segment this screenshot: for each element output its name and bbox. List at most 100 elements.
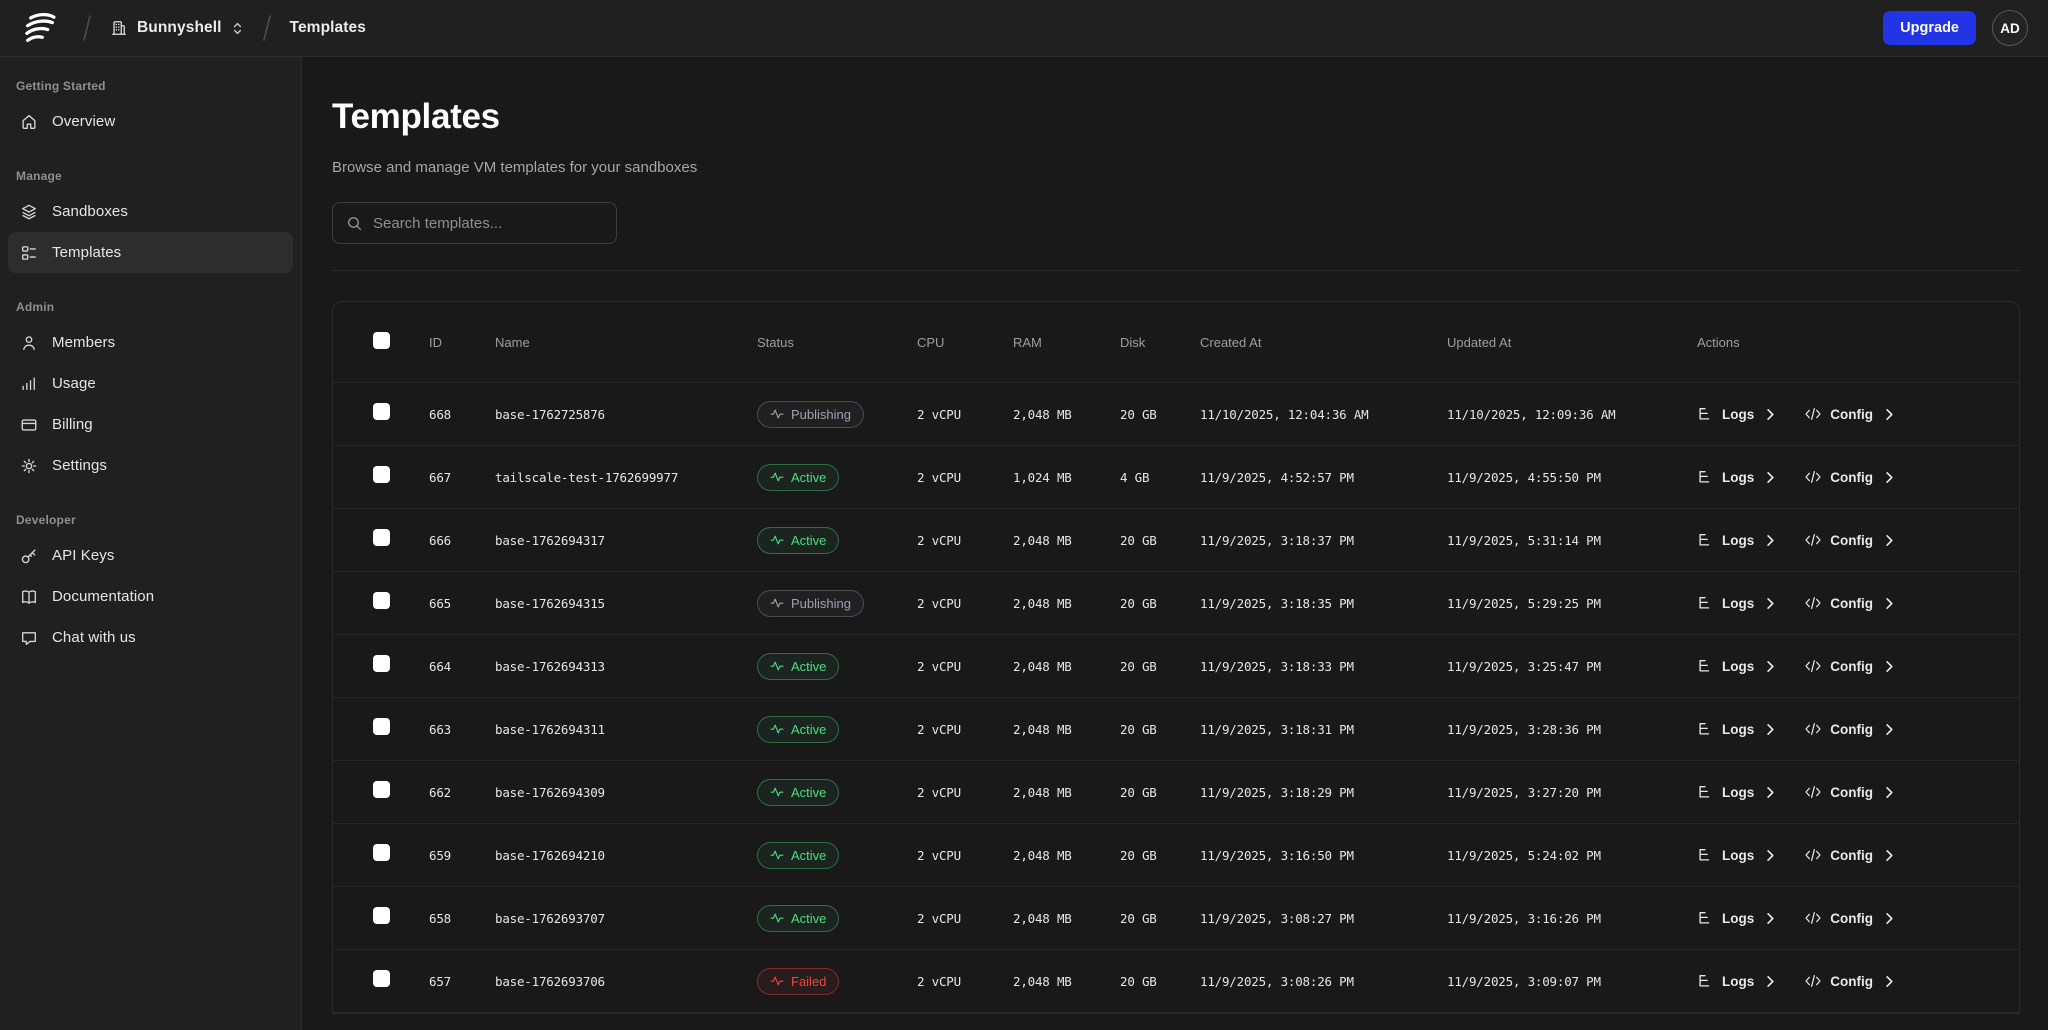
code-icon bbox=[1805, 658, 1821, 674]
config-button[interactable]: Config bbox=[1805, 973, 1894, 989]
config-button[interactable]: Config bbox=[1805, 595, 1894, 611]
avatar[interactable]: AD bbox=[1992, 10, 2028, 46]
sidebar-item-members[interactable]: Members bbox=[8, 322, 293, 363]
sidebar-item-usage[interactable]: Usage bbox=[8, 363, 293, 404]
sidebar-item-documentation[interactable]: Documentation bbox=[8, 576, 293, 617]
config-button[interactable]: Config bbox=[1805, 406, 1894, 422]
cell-name: tailscale-test-1762699977 bbox=[495, 470, 757, 485]
column-header-created-at: Created At bbox=[1200, 335, 1447, 350]
cell-created-at: 11/9/2025, 3:18:29 PM bbox=[1200, 785, 1447, 800]
chevron-right-icon bbox=[1882, 408, 1894, 421]
templates-icon bbox=[20, 244, 38, 262]
sidebar-item-api-keys[interactable]: API Keys bbox=[8, 535, 293, 576]
pulse-icon bbox=[770, 849, 784, 861]
pulse-icon bbox=[770, 786, 784, 798]
sidebar-item-chat-with-us[interactable]: Chat with us bbox=[8, 617, 293, 658]
row-checkbox[interactable] bbox=[373, 907, 390, 924]
logs-button[interactable]: Logs bbox=[1697, 658, 1775, 674]
config-button[interactable]: Config bbox=[1805, 847, 1894, 863]
logs-button[interactable]: Logs bbox=[1697, 784, 1775, 800]
config-button[interactable]: Config bbox=[1805, 784, 1894, 800]
config-label: Config bbox=[1830, 407, 1873, 422]
status-badge: Active bbox=[757, 464, 839, 491]
row-checkbox[interactable] bbox=[373, 718, 390, 735]
cell-updated-at: 11/10/2025, 12:09:36 AM bbox=[1447, 407, 1697, 422]
chevron-right-icon bbox=[1882, 723, 1894, 736]
row-checkbox[interactable] bbox=[373, 529, 390, 546]
logs-button[interactable]: Logs bbox=[1697, 910, 1775, 926]
sidebar-section: Admin Members Usage Billing Settings bbox=[8, 300, 293, 486]
chevron-right-icon bbox=[1763, 723, 1775, 736]
pulse-icon bbox=[770, 660, 784, 672]
cell-updated-at: 11/9/2025, 3:25:47 PM bbox=[1447, 659, 1697, 674]
sidebar-item-overview[interactable]: Overview bbox=[8, 101, 293, 142]
home-icon bbox=[20, 113, 38, 131]
row-checkbox[interactable] bbox=[373, 466, 390, 483]
logs-icon bbox=[1697, 910, 1713, 926]
row-checkbox[interactable] bbox=[373, 970, 390, 987]
config-button[interactable]: Config bbox=[1805, 910, 1894, 926]
pulse-icon bbox=[770, 723, 784, 735]
templates-table: ID Name Status CPU RAM Disk Created At U… bbox=[332, 301, 2020, 1014]
row-checkbox[interactable] bbox=[373, 844, 390, 861]
topbar-right: Upgrade AD bbox=[1883, 10, 2028, 46]
cell-id: 667 bbox=[429, 470, 495, 485]
cell-id: 665 bbox=[429, 596, 495, 611]
logs-button[interactable]: Logs bbox=[1697, 973, 1775, 989]
logs-button[interactable]: Logs bbox=[1697, 595, 1775, 611]
cell-cpu: 2 vCPU bbox=[917, 974, 1013, 989]
config-label: Config bbox=[1830, 911, 1873, 926]
upgrade-button[interactable]: Upgrade bbox=[1883, 11, 1976, 45]
sidebar-item-billing[interactable]: Billing bbox=[8, 404, 293, 445]
cell-id: 668 bbox=[429, 407, 495, 422]
logs-icon bbox=[1697, 973, 1713, 989]
logs-button[interactable]: Logs bbox=[1697, 847, 1775, 863]
cell-updated-at: 11/9/2025, 3:09:07 PM bbox=[1447, 974, 1697, 989]
status-badge: Active bbox=[757, 842, 839, 869]
logs-icon bbox=[1697, 595, 1713, 611]
sidebar-item-settings[interactable]: Settings bbox=[8, 445, 293, 486]
page-subtitle: Browse and manage VM templates for your … bbox=[332, 159, 2020, 176]
sidebar-section-label: Manage bbox=[16, 169, 293, 183]
cell-id: 658 bbox=[429, 911, 495, 926]
cell-id: 662 bbox=[429, 785, 495, 800]
cell-name: base-1762694309 bbox=[495, 785, 757, 800]
config-button[interactable]: Config bbox=[1805, 721, 1894, 737]
row-checkbox[interactable] bbox=[373, 655, 390, 672]
table-row: 667 tailscale-test-1762699977 Active 2 v… bbox=[333, 446, 2019, 509]
cell-created-at: 11/9/2025, 3:18:33 PM bbox=[1200, 659, 1447, 674]
cell-name: base-1762725876 bbox=[495, 407, 757, 422]
logs-button[interactable]: Logs bbox=[1697, 532, 1775, 548]
logs-button[interactable]: Logs bbox=[1697, 469, 1775, 485]
logs-button[interactable]: Logs bbox=[1697, 721, 1775, 737]
code-icon bbox=[1805, 910, 1821, 926]
topbar: Bunnyshell Templates Upgrade AD bbox=[0, 0, 2048, 57]
config-button[interactable]: Config bbox=[1805, 658, 1894, 674]
code-icon bbox=[1805, 595, 1821, 611]
cell-cpu: 2 vCPU bbox=[917, 596, 1013, 611]
sidebar-item-templates[interactable]: Templates bbox=[8, 232, 293, 273]
logs-button[interactable]: Logs bbox=[1697, 406, 1775, 422]
org-switcher[interactable]: Bunnyshell bbox=[110, 19, 244, 37]
cell-disk: 20 GB bbox=[1120, 722, 1200, 737]
table-row: 663 base-1762694311 Active 2 vCPU 2,048 … bbox=[333, 698, 2019, 761]
pulse-icon bbox=[770, 597, 784, 609]
select-all-checkbox[interactable] bbox=[373, 332, 390, 349]
row-checkbox[interactable] bbox=[373, 592, 390, 609]
status-label: Active bbox=[791, 533, 826, 548]
chevron-right-icon bbox=[1763, 975, 1775, 988]
row-checkbox[interactable] bbox=[373, 781, 390, 798]
sidebar-item-sandboxes[interactable]: Sandboxes bbox=[8, 191, 293, 232]
status-label: Active bbox=[791, 722, 826, 737]
search-input[interactable] bbox=[373, 215, 603, 232]
cell-cpu: 2 vCPU bbox=[917, 848, 1013, 863]
status-label: Failed bbox=[791, 974, 826, 989]
code-icon bbox=[1805, 532, 1821, 548]
config-button[interactable]: Config bbox=[1805, 532, 1894, 548]
status-label: Active bbox=[791, 848, 826, 863]
app-logo-icon[interactable] bbox=[20, 11, 64, 45]
logs-label: Logs bbox=[1722, 974, 1754, 989]
config-button[interactable]: Config bbox=[1805, 469, 1894, 485]
row-checkbox[interactable] bbox=[373, 403, 390, 420]
sidebar-section-label: Developer bbox=[16, 513, 293, 527]
